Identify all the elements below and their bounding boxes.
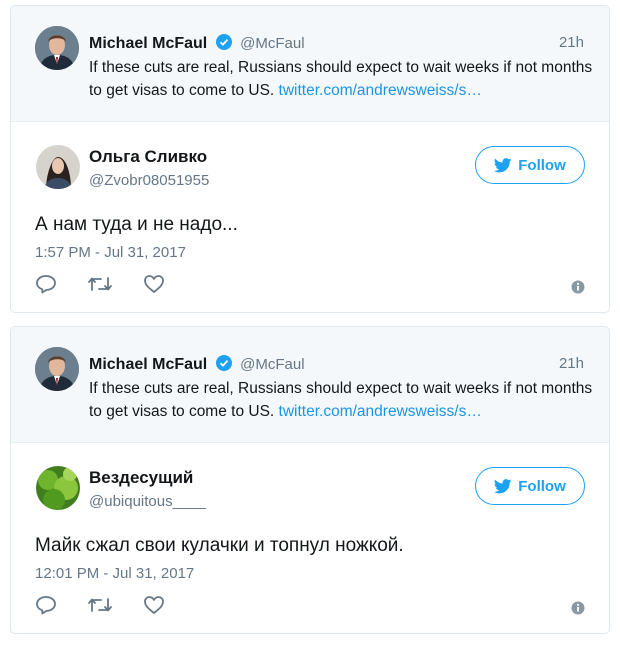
info-icon[interactable]	[571, 601, 585, 615]
like-icon[interactable]	[143, 274, 165, 294]
embedded-tweet-card: Michael McFaul @McFaul 21h If these cuts…	[10, 5, 610, 313]
quoted-author-name[interactable]: Michael McFaul	[89, 356, 207, 373]
reply-timestamp[interactable]: 1:57 PM - Jul 31, 2017	[35, 244, 186, 261]
follow-label: Follow	[518, 156, 566, 174]
like-icon[interactable]	[143, 595, 165, 615]
quoted-author[interactable]: Michael McFaul @McFaul	[89, 355, 305, 374]
quoted-timestamp[interactable]: 21h	[559, 355, 584, 372]
reply-author-handle[interactable]: @ubiquitous____	[89, 493, 206, 510]
reply-icon[interactable]	[35, 274, 57, 294]
quoted-author-handle[interactable]: @McFaul	[240, 35, 304, 52]
follow-button[interactable]: Follow	[475, 146, 585, 184]
avatar[interactable]	[36, 466, 80, 510]
follow-label: Follow	[518, 477, 566, 495]
reply-author-name[interactable]: Вездесущий	[89, 468, 193, 488]
reply-tweet: Ольга Сливко @Zvobr08051955 Follow А нам…	[11, 122, 609, 312]
tweet-actions	[35, 274, 165, 294]
reply-author-handle[interactable]: @Zvobr08051955	[89, 172, 209, 189]
quoted-timestamp[interactable]: 21h	[559, 34, 584, 51]
quoted-tweet[interactable]: Michael McFaul @McFaul 21h If these cuts…	[11, 327, 609, 443]
twitter-bird-icon	[494, 478, 512, 493]
verified-badge-icon	[215, 355, 232, 371]
quoted-tweet[interactable]: Michael McFaul @McFaul 21h If these cuts…	[11, 6, 609, 122]
avatar[interactable]	[35, 347, 79, 391]
reply-tweet-text: А нам туда и не надо...	[35, 214, 238, 235]
reply-tweet: Вездесущий @ubiquitous____ Follow Майк с…	[11, 443, 609, 633]
twitter-bird-icon	[494, 157, 512, 172]
verified-badge-icon	[215, 34, 232, 50]
quoted-author-handle[interactable]: @McFaul	[240, 356, 304, 373]
quoted-tweet-text: If these cuts are real, Russians should …	[89, 377, 594, 423]
reply-icon[interactable]	[35, 595, 57, 615]
reply-tweet-text: Майк сжал свои кулачки и топнул ножкой.	[35, 535, 404, 556]
retweet-icon[interactable]	[87, 595, 113, 615]
follow-button[interactable]: Follow	[475, 467, 585, 505]
quoted-tweet-link[interactable]: twitter.com/andrewsweiss/s…	[279, 403, 482, 420]
quoted-tweet-link[interactable]: twitter.com/andrewsweiss/s…	[279, 82, 482, 99]
tweet-actions	[35, 595, 165, 615]
avatar[interactable]	[36, 145, 80, 189]
quoted-author-name[interactable]: Michael McFaul	[89, 35, 207, 52]
reply-author-name[interactable]: Ольга Сливко	[89, 147, 207, 167]
retweet-icon[interactable]	[87, 274, 113, 294]
embedded-tweet-card: Michael McFaul @McFaul 21h If these cuts…	[10, 326, 610, 634]
avatar[interactable]	[35, 26, 79, 70]
reply-timestamp[interactable]: 12:01 PM - Jul 31, 2017	[35, 565, 194, 582]
info-icon[interactable]	[571, 280, 585, 294]
quoted-author[interactable]: Michael McFaul @McFaul	[89, 34, 305, 53]
quoted-tweet-text: If these cuts are real, Russians should …	[89, 56, 594, 102]
